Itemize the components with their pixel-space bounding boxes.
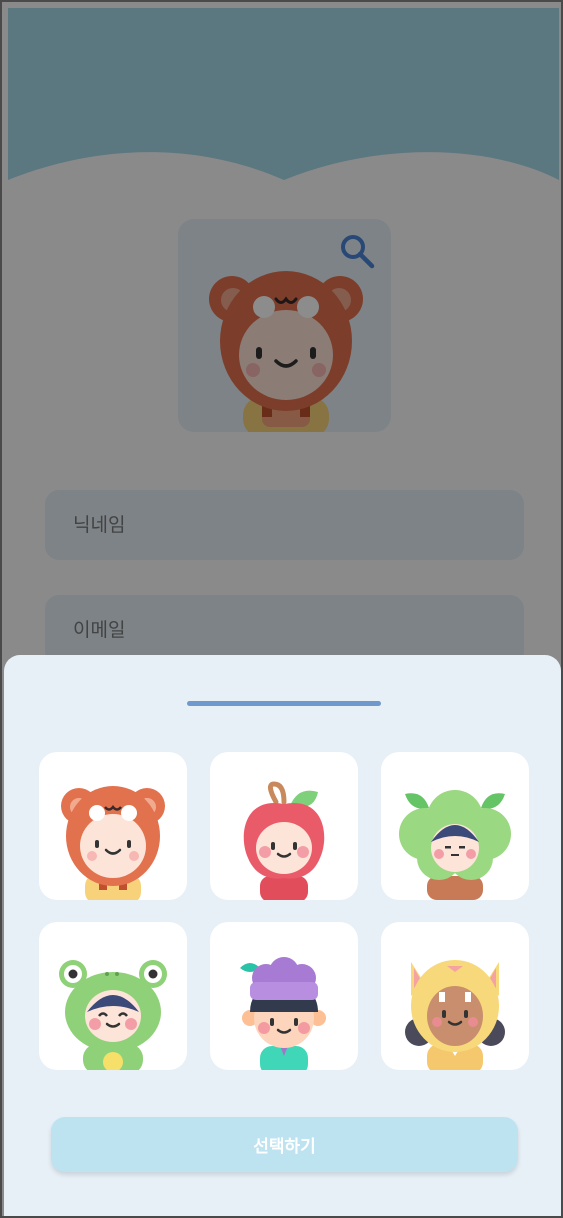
avatar-option-apple[interactable]	[210, 752, 358, 900]
avatar-option-broccoli[interactable]	[381, 752, 529, 900]
avatar-picker-sheet: 선택하기	[4, 655, 561, 1216]
grape-hat-avatar-icon	[240, 957, 326, 1070]
select-button[interactable]: 선택하기	[51, 1117, 518, 1172]
avatar-option-cat[interactable]	[381, 922, 529, 1070]
avatar-option-bear[interactable]	[39, 752, 187, 900]
sheet-drag-handle[interactable]	[187, 701, 381, 706]
broccoli-costume-avatar-icon	[399, 790, 511, 900]
avatar-option-frog[interactable]	[39, 922, 187, 1070]
apple-costume-avatar-icon	[243, 781, 325, 900]
bear-costume-avatar-icon	[61, 786, 165, 900]
cat-costume-avatar-icon	[405, 960, 505, 1070]
frog-costume-avatar-icon	[59, 960, 167, 1070]
avatar-option-grape[interactable]	[210, 922, 358, 1070]
app-screen: 선택하기	[0, 0, 563, 1218]
